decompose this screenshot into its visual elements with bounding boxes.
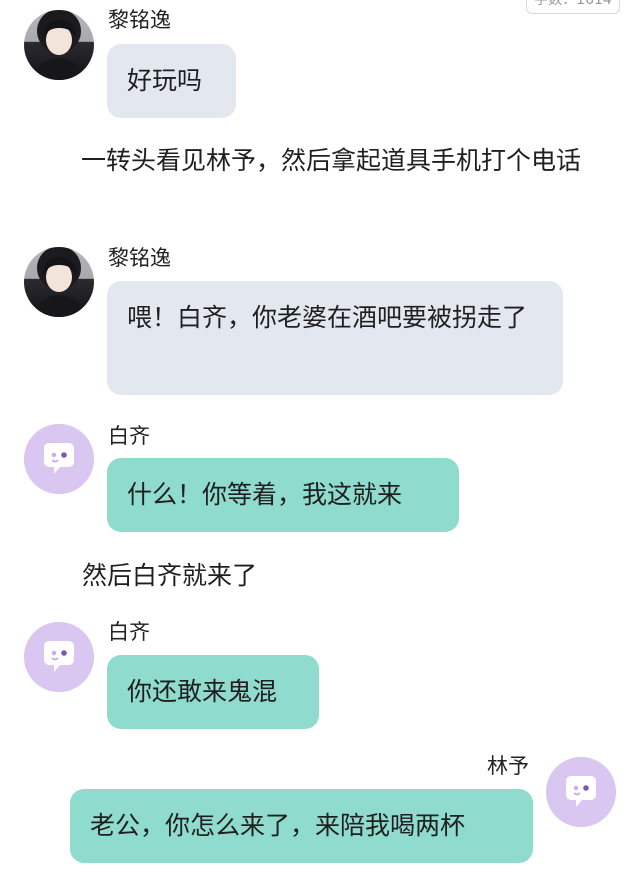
chat-bot-icon	[24, 424, 94, 494]
message-text: 什么！你等着，我这就来	[127, 480, 403, 509]
speaker-name: 林予	[487, 754, 529, 778]
message-bubble[interactable]: 老公，你怎么来了，来陪我喝两杯	[70, 789, 533, 863]
speaker-name: 白齐	[108, 424, 150, 448]
avatar-photo[interactable]	[24, 10, 94, 80]
speaker-name: 白齐	[108, 620, 150, 644]
narration-text: 然后白齐就来了	[82, 561, 258, 590]
portrait-icon	[34, 257, 84, 317]
message-text: 老公，你怎么来了，来陪我喝两杯	[90, 811, 466, 840]
portrait-icon	[34, 20, 84, 80]
speaker-name: 黎铭逸	[108, 8, 171, 32]
message-text: 你还敢来鬼混	[127, 677, 278, 706]
speaker-name: 黎铭逸	[108, 246, 171, 270]
chat-bot-icon	[546, 757, 616, 827]
avatar-bot[interactable]	[546, 757, 616, 827]
message-bubble[interactable]: 什么！你等着，我这就来	[107, 458, 459, 532]
chat-bot-icon	[24, 622, 94, 692]
message-bubble[interactable]: 喂！白齐，你老婆在酒吧要被拐走了	[107, 281, 563, 395]
message-text: 好玩吗	[127, 66, 203, 95]
message-text: 喂！白齐，你老婆在酒吧要被拐走了	[127, 303, 528, 332]
word-count-badge: 字数：1614	[526, 0, 620, 14]
avatar-photo[interactable]	[24, 247, 94, 317]
avatar-bot[interactable]	[24, 424, 94, 494]
narration-text: 一转头看见林予，然后拿起道具手机打个电话	[81, 146, 582, 175]
message-bubble[interactable]: 好玩吗	[107, 44, 236, 118]
avatar-bot[interactable]	[24, 622, 94, 692]
message-bubble[interactable]: 你还敢来鬼混	[107, 655, 319, 729]
